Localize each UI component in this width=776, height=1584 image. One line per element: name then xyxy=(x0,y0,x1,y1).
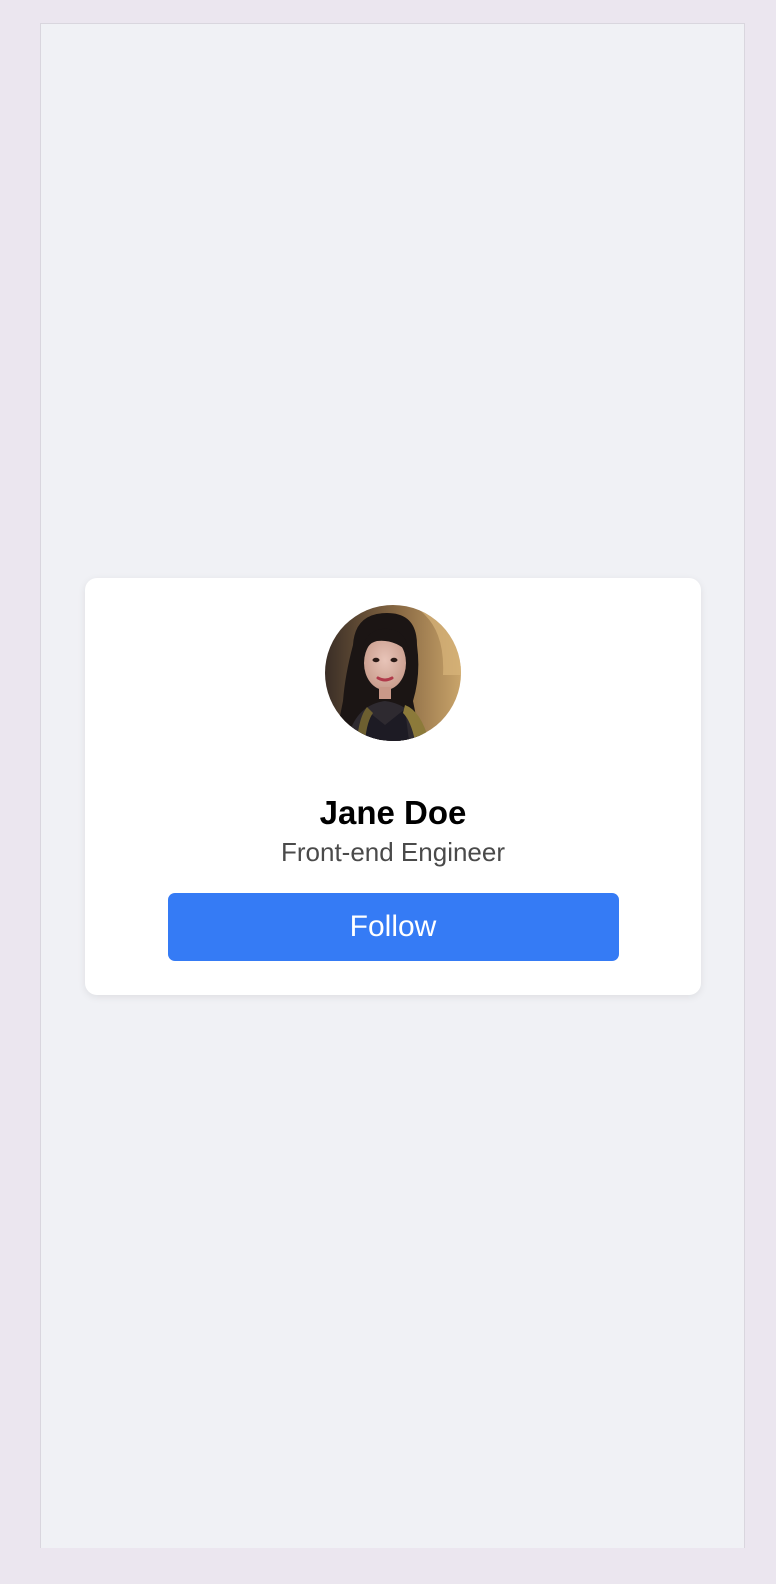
avatar xyxy=(325,605,461,741)
page-viewport: Jane Doe Front-end Engineer Follow xyxy=(40,23,745,1548)
avatar-photo-icon xyxy=(325,605,461,741)
follow-button[interactable]: Follow xyxy=(167,893,619,961)
profile-role: Front-end Engineer xyxy=(280,837,506,867)
profile-card: Jane Doe Front-end Engineer Follow xyxy=(85,578,701,995)
profile-name: Jane Doe xyxy=(319,794,467,831)
